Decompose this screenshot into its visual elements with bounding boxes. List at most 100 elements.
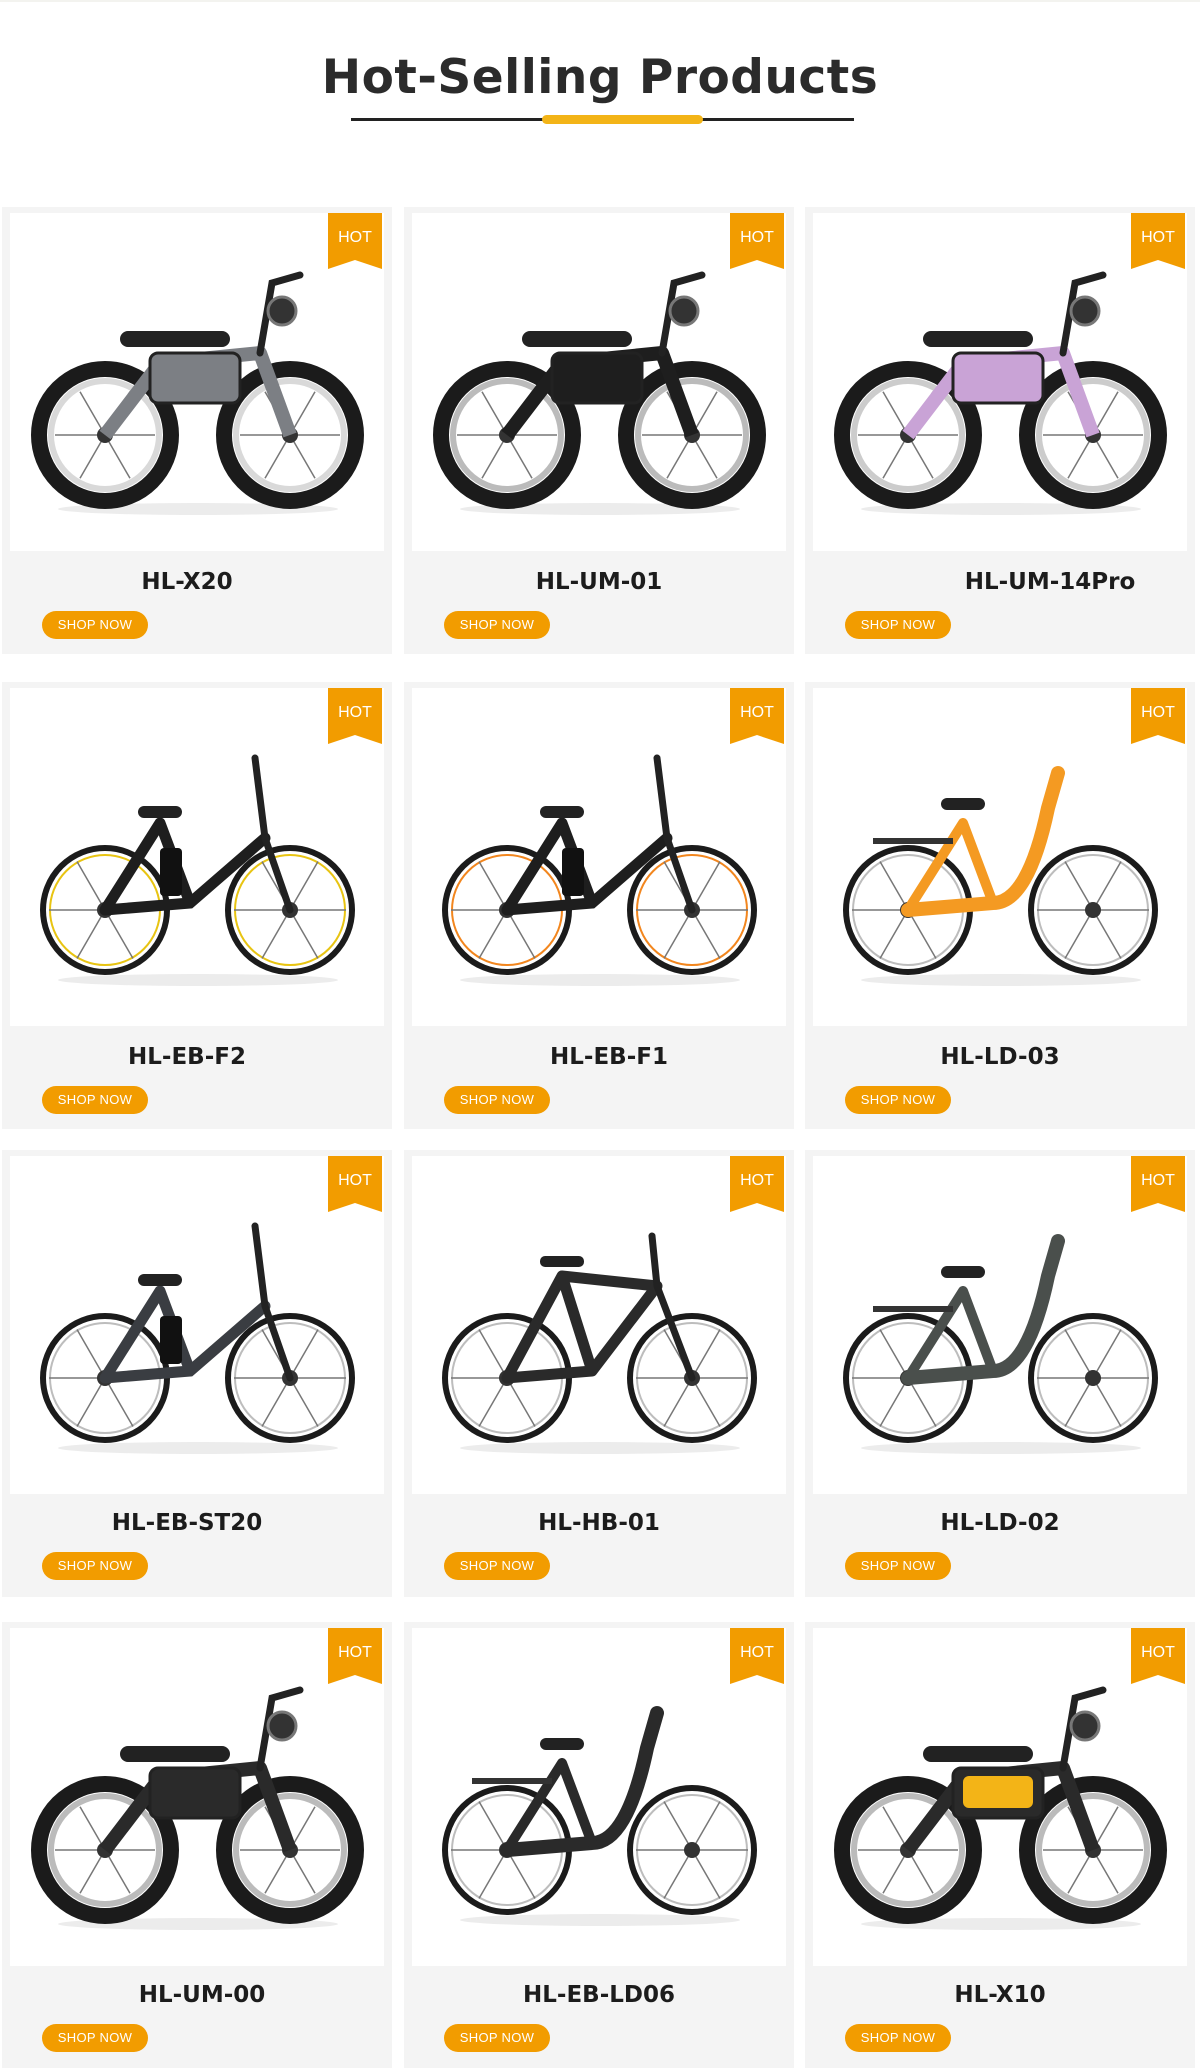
shop-now-button[interactable]: SHOP NOW: [845, 611, 951, 639]
product-name[interactable]: HL-UM-00: [7, 1982, 397, 2008]
product-card[interactable]: HOT HL-UM-14Pro SHOP NOW: [805, 207, 1195, 654]
product-card[interactable]: HOT HL-LD-02 SHOP NOW: [805, 1150, 1195, 1597]
ground-shadow: [460, 1914, 740, 1926]
product-card[interactable]: HOT HL-EB-F2 SHOP NOW: [2, 682, 392, 1129]
product-image[interactable]: HOT: [10, 688, 384, 1026]
bike-illustration: [442, 1706, 757, 1926]
shop-now-button[interactable]: SHOP NOW: [42, 1086, 148, 1114]
spoke: [76, 1377, 106, 1427]
spoke: [1064, 909, 1094, 959]
battery-body: [550, 351, 644, 405]
product-name[interactable]: HL-EB-F2: [0, 1044, 382, 1070]
spoke: [1092, 1377, 1122, 1427]
product-name[interactable]: HL-LD-02: [805, 1510, 1195, 1536]
long-seat: [923, 331, 1033, 347]
shop-now-button[interactable]: SHOP NOW: [845, 1552, 951, 1580]
product-card[interactable]: HOT HL-EB-LD06 SHOP NOW: [404, 1622, 794, 2068]
spoke: [691, 1849, 721, 1899]
fork: [653, 754, 696, 914]
shop-now-button[interactable]: SHOP NOW: [42, 611, 148, 639]
shop-now-button[interactable]: SHOP NOW: [42, 2024, 148, 2052]
long-seat: [120, 1746, 230, 1762]
shop-now-button[interactable]: SHOP NOW: [444, 2024, 550, 2052]
spoke: [506, 1849, 536, 1899]
fork: [648, 1232, 696, 1382]
product-image[interactable]: HOT: [412, 1628, 786, 1966]
spoke: [879, 909, 909, 959]
bike-illustration: [834, 1686, 1167, 1930]
bike-illustration: [31, 271, 364, 515]
product-card[interactable]: HOT HL-EB-F1 SHOP NOW: [404, 682, 794, 1129]
battery: [562, 848, 584, 896]
spoke: [1064, 1329, 1094, 1379]
saddle: [138, 1274, 182, 1286]
shop-now-button[interactable]: SHOP NOW: [845, 1086, 951, 1114]
bike-frame: [99, 1285, 271, 1384]
headlight: [266, 295, 298, 327]
product-card[interactable]: HOT HL-HB-01 SHOP NOW: [404, 1150, 794, 1597]
saddle: [540, 1256, 584, 1267]
section-title: Hot-Selling Products: [321, 50, 879, 105]
product-name[interactable]: HL-LD-03: [805, 1044, 1195, 1070]
battery-body: [951, 351, 1045, 405]
product-card[interactable]: HOT HL-UM-00 SHOP NOW: [2, 1622, 392, 2068]
spoke: [663, 1801, 693, 1851]
bike-illustration: [843, 1234, 1158, 1454]
spoke: [663, 1377, 693, 1427]
product-card[interactable]: HOT HL-X20 SHOP NOW: [2, 207, 392, 654]
saddle: [941, 1266, 985, 1278]
shop-now-button[interactable]: SHOP NOW: [42, 1552, 148, 1580]
headlight: [1069, 1710, 1101, 1742]
product-card[interactable]: HOT HL-UM-01 SHOP NOW: [404, 207, 794, 654]
product-name[interactable]: HL-EB-ST20: [0, 1510, 382, 1536]
product-name[interactable]: HL-X10: [805, 1982, 1195, 2008]
spoke: [1092, 909, 1122, 959]
saddle: [540, 806, 584, 818]
spoke: [879, 861, 909, 911]
product-card[interactable]: HOT HL-X10 SHOP NOW: [805, 1622, 1195, 2068]
ground-shadow: [58, 974, 338, 986]
front-hub: [1085, 902, 1101, 918]
product-image[interactable]: HOT: [412, 213, 786, 551]
shop-now-button[interactable]: SHOP NOW: [845, 2024, 951, 2052]
product-card[interactable]: HOT HL-EB-ST20 SHOP NOW: [2, 1150, 392, 1597]
spoke: [879, 1377, 909, 1427]
saddle: [138, 806, 182, 818]
bike-illustration: [40, 754, 355, 986]
spoke: [1064, 861, 1094, 911]
product-image[interactable]: HOT: [412, 1156, 786, 1494]
shop-now-button[interactable]: SHOP NOW: [444, 1552, 550, 1580]
product-image[interactable]: HOT: [10, 1156, 384, 1494]
headlight: [1069, 295, 1101, 327]
product-name[interactable]: HL-EB-LD06: [404, 1982, 794, 2008]
bike-illustration: [442, 754, 757, 986]
spoke: [478, 1329, 508, 1379]
product-name[interactable]: HL-HB-01: [404, 1510, 794, 1536]
product-image[interactable]: HOT: [813, 1628, 1187, 1966]
product-name[interactable]: HL-EB-F1: [414, 1044, 804, 1070]
spoke: [478, 909, 508, 959]
spoke: [506, 1377, 536, 1427]
bike-illustration: [433, 271, 766, 515]
product-image[interactable]: HOT: [412, 688, 786, 1026]
product-image[interactable]: HOT: [813, 1156, 1187, 1494]
battery: [160, 848, 182, 896]
product-name[interactable]: HL-UM-01: [404, 569, 794, 595]
long-seat: [923, 1746, 1033, 1762]
shop-now-button[interactable]: SHOP NOW: [444, 1086, 550, 1114]
shop-now-button[interactable]: SHOP NOW: [444, 611, 550, 639]
spoke: [289, 909, 319, 959]
rear-rack: [472, 1778, 552, 1784]
front-hub: [1085, 1370, 1101, 1386]
product-image[interactable]: HOT: [813, 688, 1187, 1026]
product-image[interactable]: HOT: [813, 213, 1187, 551]
ground-shadow: [460, 1442, 740, 1454]
product-name[interactable]: HL-UM-14Pro: [855, 569, 1200, 595]
product-image[interactable]: HOT: [10, 213, 384, 551]
product-image[interactable]: HOT: [10, 1628, 384, 1966]
spoke: [478, 861, 508, 911]
spoke: [506, 909, 536, 959]
product-card[interactable]: HOT HL-LD-03 SHOP NOW: [805, 682, 1195, 1129]
product-name[interactable]: HL-X20: [0, 569, 382, 595]
saddle: [941, 798, 985, 810]
